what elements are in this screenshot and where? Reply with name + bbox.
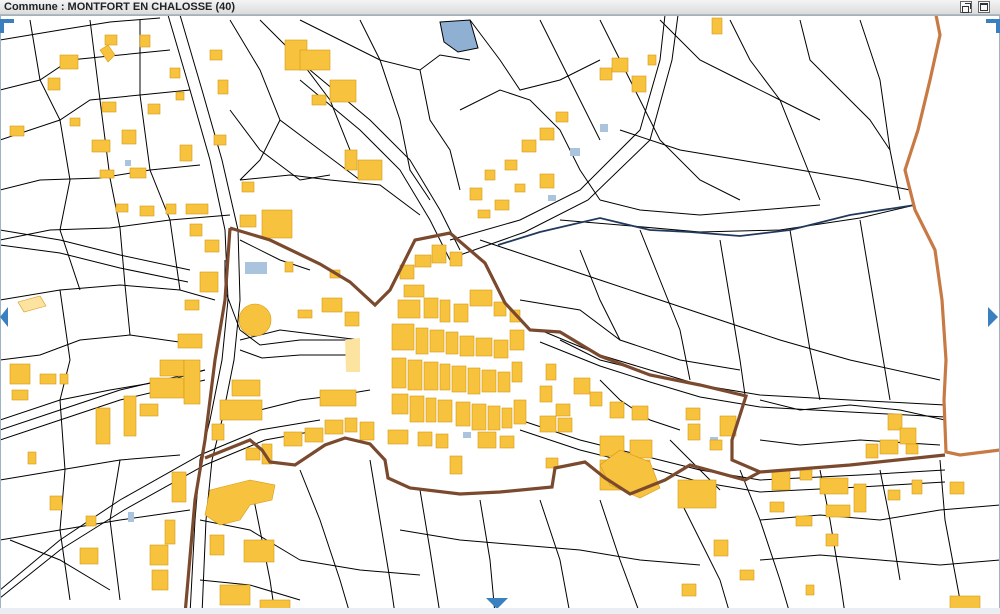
window-titlebar: Commune : MONTFORT EN CHALOSSE (40): [0, 0, 1000, 15]
window-title: Commune : MONTFORT EN CHALOSSE (40): [4, 1, 236, 13]
top-left-corner-icon: [0, 19, 14, 33]
pan-right-arrow-icon[interactable]: [988, 307, 1000, 327]
restore-window-icon[interactable]: [960, 1, 972, 13]
maximize-window-icon[interactable]: [978, 1, 990, 13]
top-right-corner-icon: [986, 19, 1000, 33]
bottom-edge: [0, 608, 1000, 614]
pan-left-arrow-icon[interactable]: [0, 307, 10, 327]
cadastral-map[interactable]: [0, 15, 1000, 614]
